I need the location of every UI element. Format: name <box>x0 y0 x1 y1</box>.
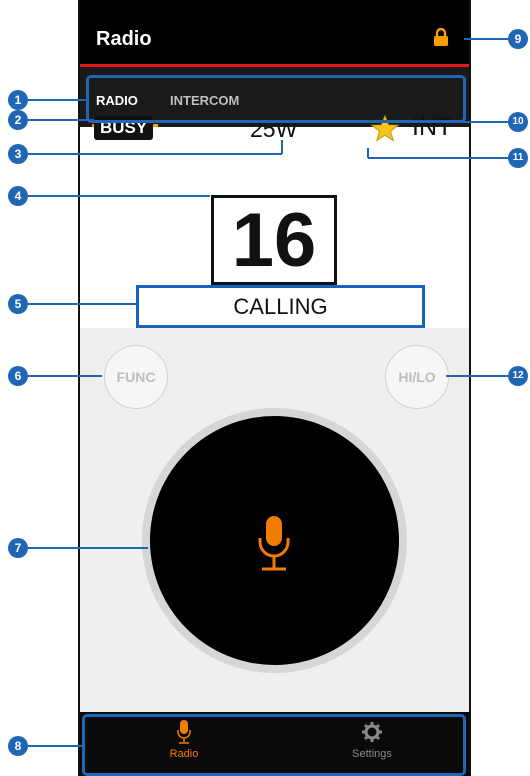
callout-7: 7 <box>8 538 28 558</box>
callout-1: 1 <box>8 90 28 110</box>
callout-3: 3 <box>8 144 28 164</box>
callout-10: 10 <box>508 112 528 132</box>
callout-12: 12 <box>508 366 528 386</box>
callout-6: 6 <box>8 366 28 386</box>
callout-4: 4 <box>8 186 28 206</box>
callout-leader-lines <box>28 38 510 747</box>
callout-9: 9 <box>508 29 528 49</box>
callout-8: 8 <box>8 736 28 756</box>
callout-2: 2 <box>8 110 28 130</box>
callout-5: 5 <box>8 294 28 314</box>
callout-11: 11 <box>508 148 528 168</box>
